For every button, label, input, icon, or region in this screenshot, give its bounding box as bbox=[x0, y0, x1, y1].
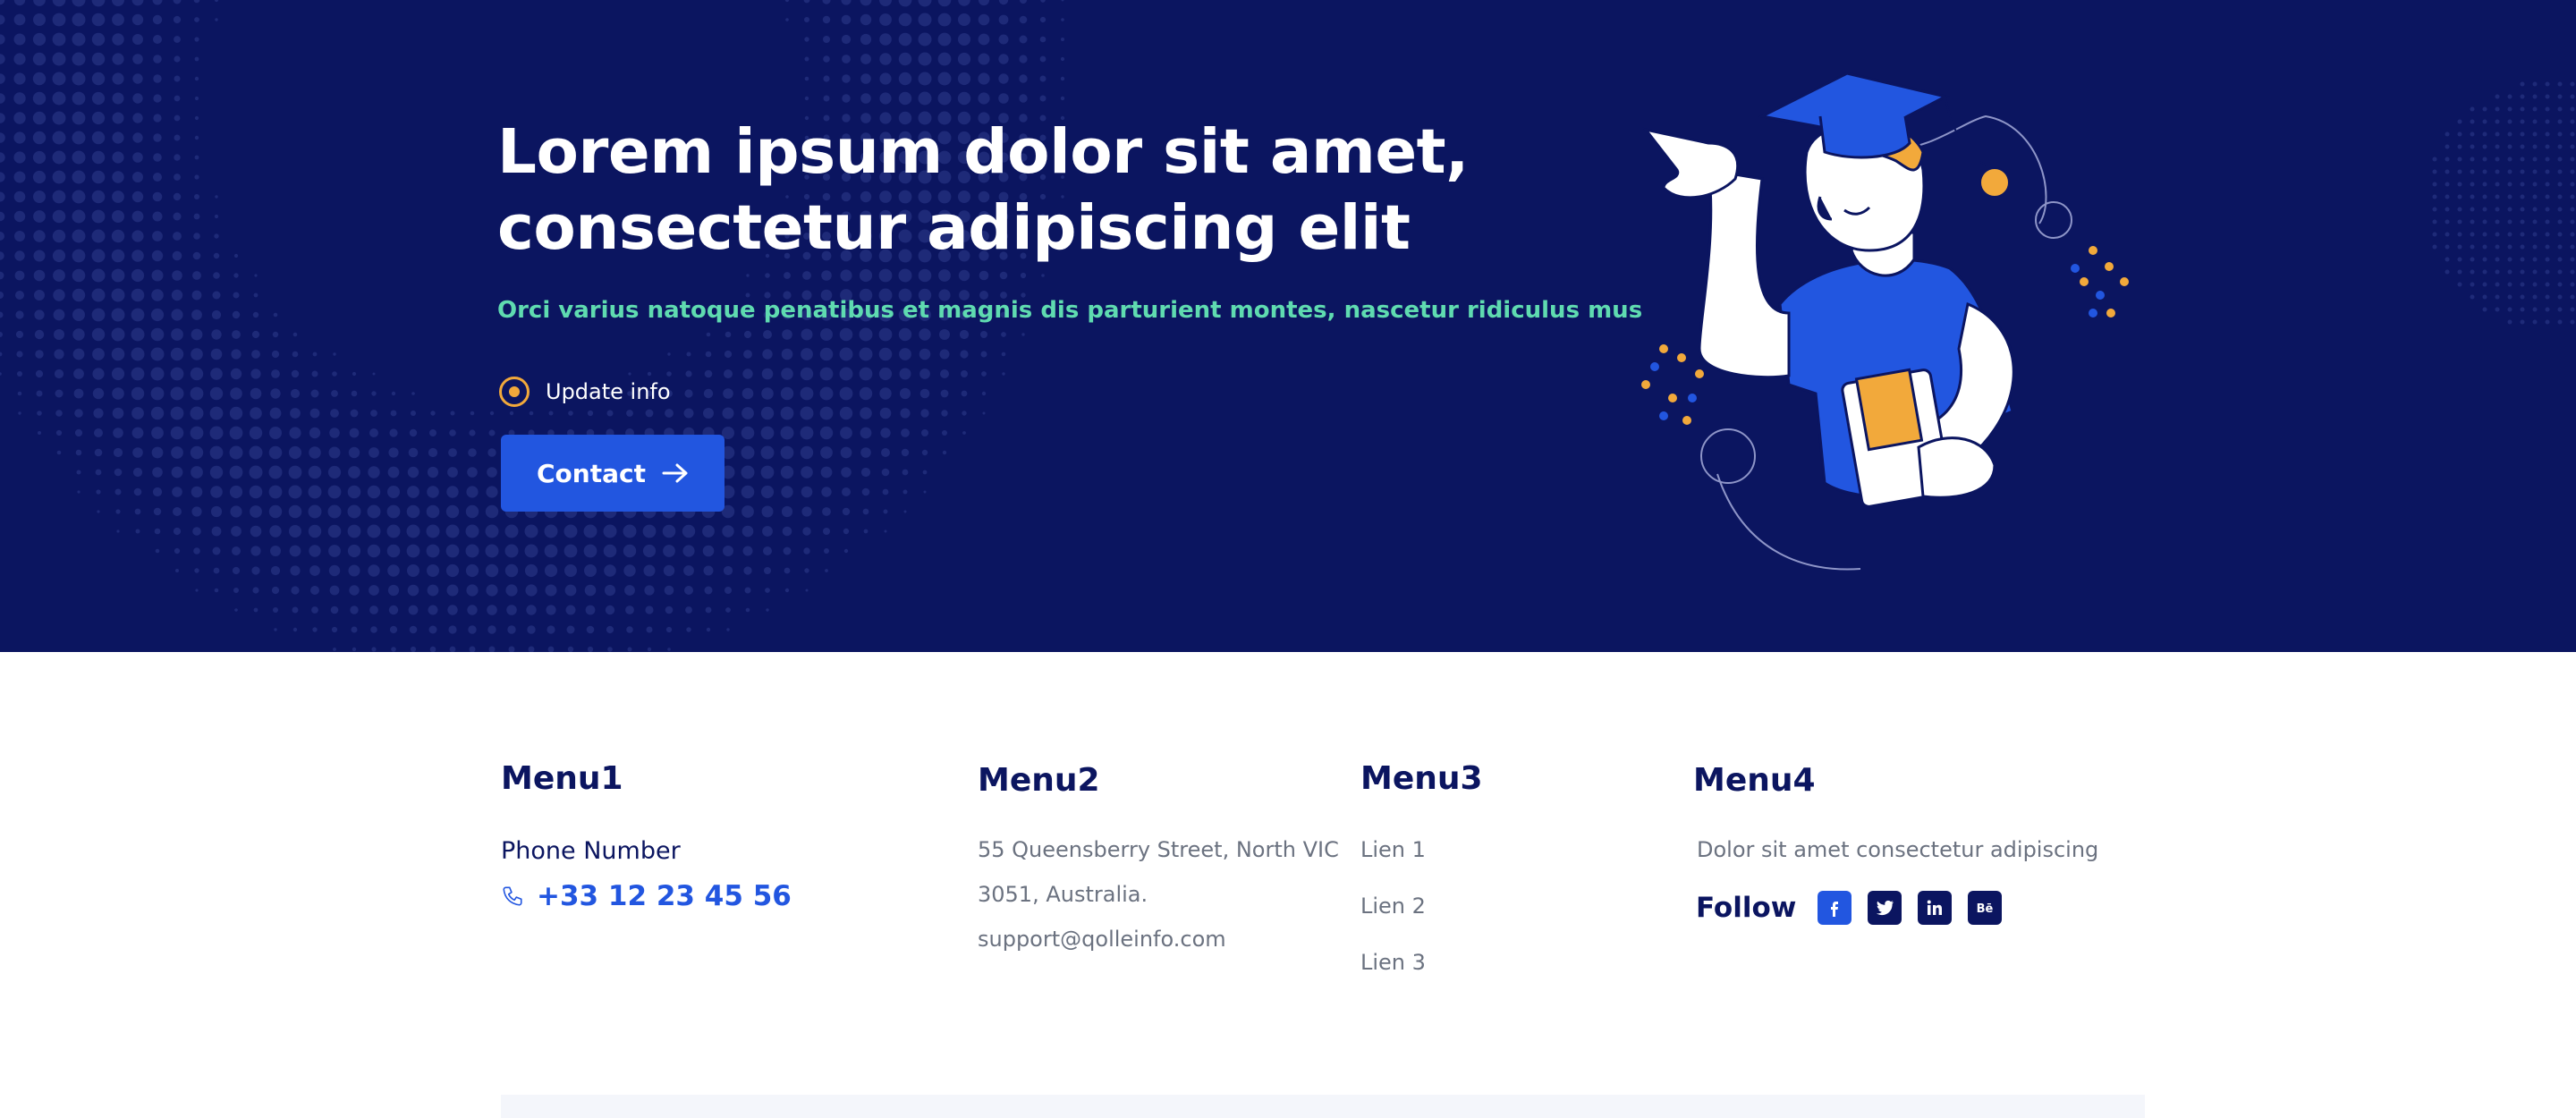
twitter-icon[interactable] bbox=[1868, 891, 1902, 925]
menu2-title: Menu2 bbox=[978, 762, 1100, 799]
radio-label: Update info bbox=[546, 379, 671, 404]
contact-button[interactable]: Contact bbox=[501, 435, 724, 512]
behance-icon[interactable]: Bē bbox=[1968, 891, 2003, 925]
menu3-link[interactable]: Lien 3 bbox=[1360, 950, 1426, 975]
phone-icon bbox=[503, 886, 522, 906]
support-email[interactable]: support@qolleinfo.com bbox=[978, 927, 1226, 952]
hero-section: Lorem ipsum dolor sit amet, consectetur … bbox=[0, 0, 2576, 652]
hero-subtitle: Orci varius natoque penatibus et magnis … bbox=[497, 297, 1643, 324]
dot-pattern-decoration bbox=[0, 0, 1065, 652]
hero-title: Lorem ipsum dolor sit amet, consectetur … bbox=[497, 116, 1469, 264]
graduate-student-illustration bbox=[1641, 72, 2129, 571]
update-info-radio[interactable]: Update info bbox=[499, 376, 671, 408]
bottom-bar bbox=[501, 1095, 2145, 1118]
linkedin-icon[interactable] bbox=[1918, 891, 1953, 925]
radio-icon[interactable] bbox=[499, 377, 530, 407]
phone-label: Phone Number bbox=[501, 837, 681, 865]
follow-label: Follow bbox=[1696, 892, 1797, 924]
menu4-title: Menu4 bbox=[1693, 762, 1816, 799]
address-line-1: 55 Queensberry Street, North VIC bbox=[978, 837, 1339, 862]
menu3-link[interactable]: Lien 1 bbox=[1360, 837, 1426, 862]
phone-number[interactable]: +33 12 23 45 56 bbox=[537, 880, 792, 912]
menu4-text: Dolor sit amet consectetur adipiscing bbox=[1697, 837, 2099, 862]
follow-row: Follow Bē bbox=[1696, 891, 2003, 925]
menu3-title: Menu3 bbox=[1360, 760, 1483, 797]
menu1-title: Menu1 bbox=[501, 760, 623, 797]
contact-button-label: Contact bbox=[537, 458, 646, 488]
arrow-right-icon bbox=[662, 463, 688, 483]
address-line-2: 3051, Australia. bbox=[978, 882, 1148, 907]
menu3-link[interactable]: Lien 2 bbox=[1360, 894, 1426, 919]
svg-text:Bē: Bē bbox=[1977, 902, 1994, 916]
phone-row[interactable]: +33 12 23 45 56 bbox=[501, 880, 792, 912]
facebook-icon[interactable] bbox=[1818, 891, 1852, 925]
dot-pattern-decoration-right bbox=[2432, 81, 2575, 325]
